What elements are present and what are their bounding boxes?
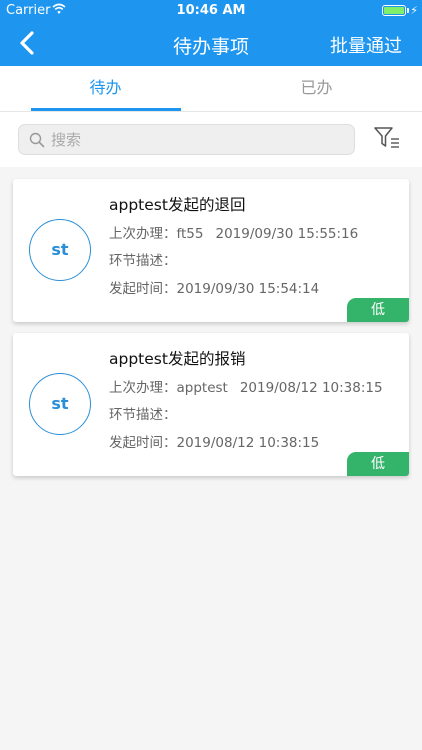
avatar: st (29, 219, 91, 281)
last-handle-time: 2019/09/30 15:55:16 (215, 226, 359, 242)
battery-level (384, 7, 404, 14)
task-title: apptest发起的报销 (109, 350, 246, 368)
charging-bolt-icon: ⚡ (410, 4, 418, 17)
tab-pending[interactable]: 待办 (0, 66, 211, 112)
tab-done[interactable]: 已办 (211, 66, 422, 112)
last-handle-line: 上次办理：ft55 2019/09/30 15:55:16 (109, 222, 358, 242)
status-bar: Carrier 10:46 AM ⚡ (0, 0, 422, 22)
step-desc-label: 环节描述： (109, 407, 177, 423)
batch-approve-button[interactable]: 批量通过 (330, 32, 402, 58)
tab-bar: 待办 已办 (0, 66, 422, 112)
search-box[interactable] (18, 124, 355, 155)
start-time-label: 发起时间： (109, 281, 177, 297)
battery-icon (382, 5, 406, 16)
last-handle-line: 上次办理：apptest 2019/08/12 10:38:15 (109, 376, 383, 396)
status-time: 10:46 AM (176, 3, 246, 18)
start-time-value: 2019/09/30 15:54:14 (176, 281, 320, 297)
start-time-line: 发起时间：2019/09/30 15:54:14 (109, 277, 319, 297)
task-card[interactable]: st apptest发起的报销 上次办理：apptest 2019/08/12 1… (13, 333, 409, 476)
priority-badge: 低 (347, 452, 409, 476)
last-handler: apptest (176, 380, 228, 396)
filter-icon[interactable] (373, 125, 401, 151)
task-title: apptest发起的退回 (109, 196, 246, 214)
step-desc-line: 环节描述： (109, 403, 177, 423)
start-time-line: 发起时间：2019/08/12 10:38:15 (109, 431, 319, 451)
avatar: st (29, 373, 91, 435)
task-card[interactable]: st apptest发起的退回 上次办理：ft55 2019/09/30 15:5… (13, 179, 409, 322)
priority-badge: 低 (347, 298, 409, 322)
active-tab-indicator (31, 108, 181, 111)
search-input[interactable] (51, 129, 341, 151)
last-handle-label: 上次办理： (109, 380, 177, 396)
search-icon (29, 132, 45, 148)
start-time-value: 2019/08/12 10:38:15 (176, 435, 320, 451)
start-time-label: 发起时间： (109, 435, 177, 451)
last-handler: ft55 (176, 226, 204, 242)
search-row (0, 112, 422, 167)
battery-tip (407, 8, 409, 13)
app-header: Carrier 10:46 AM ⚡ 待办事项 批量通过 (0, 0, 422, 66)
last-handle-time: 2019/08/12 10:38:15 (239, 380, 383, 396)
last-handle-label: 上次办理： (109, 226, 177, 242)
step-desc-label: 环节描述： (109, 253, 177, 269)
step-desc-line: 环节描述： (109, 249, 177, 269)
